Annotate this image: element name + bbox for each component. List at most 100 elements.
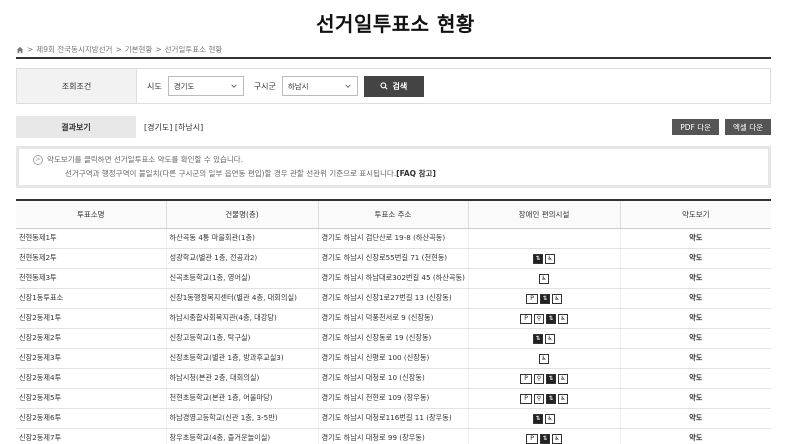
building-name: 하남시종합사회복지관(4층, 대강당) — [166, 308, 319, 329]
station-address: 경기도 하남시 대청로 99 (창우동) — [318, 428, 469, 444]
notice-line-1: 약도보기를 클릭하면 선거일투표소 약도를 확인할 수 있습니다. — [47, 155, 244, 164]
sido-select[interactable]: 경기도 — [167, 76, 244, 96]
station-name: 신장2동제1투 — [16, 308, 167, 329]
table-row: 신장2동제3투 신장초등학교(별관 1층, 방과후교실3) 경기도 하남시 신평로 … — [16, 348, 771, 369]
table-row: 천현동제3투 신곡초등학교(1층, 영어실) 경기도 하남시 하남대로302번길 4… — [16, 268, 771, 289]
elevator-icon: ⇅ — [540, 293, 550, 304]
map-view-link[interactable]: 약도 — [620, 248, 771, 269]
wheelchair-icon: ♿ — [558, 373, 568, 384]
table-row: 천현동제2투 성광학교(별관 1층, 전공과2) 경기도 하남시 신장로55번길 7… — [16, 248, 771, 269]
building-name: 신장고등학교(1층, 탁구실) — [166, 328, 319, 349]
polling-station-table: 투표소명 건물명(층) 투표소 주소 장애인 편의시설 약도보기 천현동제1투하… — [16, 199, 771, 444]
result-label: 결과보기 — [16, 116, 136, 138]
wheelchair-icon: ♿ — [539, 353, 549, 364]
gu-selected-value: 하남시 — [287, 81, 309, 91]
pdf-download-button[interactable]: PDF 다운 — [672, 119, 720, 135]
parking-icon: P — [520, 393, 532, 404]
table-row: 신장2동제6투 하남경영고등학교(신관 1층, 3-5반) 경기도 하남시 대청로1… — [16, 408, 771, 429]
station-name: 천현동제3투 — [16, 268, 167, 289]
map-view-link[interactable]: 약도 — [620, 268, 771, 289]
elevator-icon: ⇅ — [546, 313, 556, 324]
faq-link[interactable]: [FAQ 참고] — [396, 169, 436, 178]
station-address: 경기도 하남시 대청로 10 (신장동) — [318, 368, 469, 389]
table-header-row: 투표소명 건물명(층) 투표소 주소 장애인 편의시설 약도보기 — [16, 199, 771, 229]
building-name: 성광학교(별관 1층, 전공과2) — [166, 248, 319, 269]
station-name: 천현동제2투 — [16, 248, 167, 269]
building-name: 하남시청(본관 2층, 대회의실) — [166, 368, 319, 389]
building-name: 창우초등학교(4층, 즐거운놀이실) — [166, 428, 319, 444]
gu-label: 구시군 — [253, 81, 276, 91]
search-button-label: 검색 — [392, 81, 408, 91]
map-view-link[interactable]: 약도 — [620, 408, 771, 429]
station-address: 경기도 하남시 신평로 100 (신장동) — [318, 348, 469, 369]
station-name: 천현동제1투 — [16, 228, 167, 249]
station-name: 신장2동제7투 — [16, 428, 167, 444]
breadcrumb-item-current: 선거일투표소 현황 — [164, 45, 223, 54]
chevron-down-icon — [345, 84, 351, 88]
station-name: 신장2동제2투 — [16, 328, 167, 349]
breadcrumb-item-election[interactable]: 제9회 전국동시지방선거 — [36, 44, 112, 55]
search-icon — [380, 82, 389, 90]
elevator-icon: ⇅ — [533, 333, 543, 344]
station-address: 경기도 하남시 신장1로27번길 13 (신장동) — [318, 288, 469, 309]
station-address: 경기도 하남시 신장로55번길 71 (천현동) — [318, 248, 469, 269]
wheelchair-icon: ♿ — [545, 253, 555, 264]
search-panel: 조회조건 시도 경기도 구시군 하남시 검색 — [16, 68, 771, 104]
station-name: 신장2동제6투 — [16, 408, 167, 429]
map-view-link[interactable]: 약도 — [620, 288, 771, 309]
result-filter-text: [경기도] [하남시] — [144, 122, 204, 132]
station-address: 경기도 하남시 검단산로 19-8 (하산곡동) — [318, 228, 469, 249]
header-facilities: 장애인 편의시설 — [468, 199, 621, 229]
map-view-link[interactable]: 약도 — [620, 428, 771, 444]
facility-cell — [468, 228, 621, 249]
toilet-icon: ⚲ — [534, 373, 544, 384]
facility-cell: ⇅ ♿ — [468, 408, 621, 429]
gu-select[interactable]: 하남시 — [281, 76, 358, 96]
map-view-link[interactable]: 약도 — [620, 228, 771, 249]
map-view-link[interactable]: 약도 — [620, 308, 771, 329]
wheelchair-icon: ♿ — [545, 333, 555, 344]
station-name: 신장2동제5투 — [16, 388, 167, 409]
parking-icon: P — [520, 313, 532, 324]
wheelchair-icon: ♿ — [558, 313, 568, 324]
map-view-link[interactable]: 약도 — [620, 348, 771, 369]
facility-cell: ♿ — [468, 268, 621, 289]
facility-cell: P ⚲ ⇅ ♿ — [468, 388, 621, 409]
result-bar: 결과보기 [경기도] [하남시] PDF 다운 엑셀 다운 — [16, 116, 771, 138]
table-row: 신장2동제4투 하남시청(본관 2층, 대회의실) 경기도 하남시 대청로 10 (… — [16, 368, 771, 389]
elevator-icon: ⇅ — [540, 433, 550, 444]
chevron-right-circle-icon: > — [33, 154, 43, 165]
home-icon[interactable] — [16, 46, 24, 54]
facility-cell: ⇅ ♿ — [468, 248, 621, 269]
page-title: 선거일투표소 현황 — [316, 12, 475, 36]
elevator-icon: ⇅ — [533, 413, 543, 424]
facility-cell: P ⚲ ⇅ ♿ — [468, 368, 621, 389]
map-view-link[interactable]: 약도 — [620, 328, 771, 349]
title-divider — [16, 57, 771, 59]
parking-icon: P — [526, 293, 538, 304]
station-address: 경기도 하남시 대청로116번길 11 (창우동) — [318, 408, 469, 429]
breadcrumb: > 제9회 전국동시지방선거 > 기본현황 > 선거일투표소 현황 — [16, 44, 222, 55]
breadcrumb-item-basic[interactable]: 기본현황 — [125, 44, 153, 55]
search-button[interactable]: 검색 — [363, 75, 424, 97]
station-name: 신장2동제3투 — [16, 348, 167, 369]
table-row: 신장1동투표소 신장1동행정복지센터(별관 4층, 대회의실) 경기도 하남시 신장… — [16, 288, 771, 309]
elevator-icon: ⇅ — [546, 393, 556, 404]
wheelchair-icon: ♿ — [545, 413, 555, 424]
station-address: 경기도 하남시 신장동로 19 (신장동) — [318, 328, 469, 349]
building-name: 신장초등학교(별관 1층, 방과후교실3) — [166, 348, 319, 369]
toilet-icon: ⚲ — [534, 313, 544, 324]
excel-download-button[interactable]: 엑셀 다운 — [725, 119, 771, 135]
map-view-link[interactable]: 약도 — [620, 368, 771, 389]
elevator-icon: ⇅ — [533, 253, 543, 264]
parking-icon: P — [526, 433, 538, 444]
sido-selected-value: 경기도 — [173, 81, 195, 91]
wheelchair-icon: ♿ — [552, 293, 562, 304]
header-address: 투표소 주소 — [318, 199, 469, 229]
facility-cell: P ⚲ ⇅ ♿ — [468, 308, 621, 329]
table-row: 신장2동제5투 천현초등학교(본관 1층, 어울마당) 경기도 하남시 천현로 10… — [16, 388, 771, 409]
elevator-icon: ⇅ — [546, 373, 556, 384]
map-view-link[interactable]: 약도 — [620, 388, 771, 409]
sido-label: 시도 — [147, 81, 162, 91]
wheelchair-icon: ♿ — [539, 273, 549, 284]
